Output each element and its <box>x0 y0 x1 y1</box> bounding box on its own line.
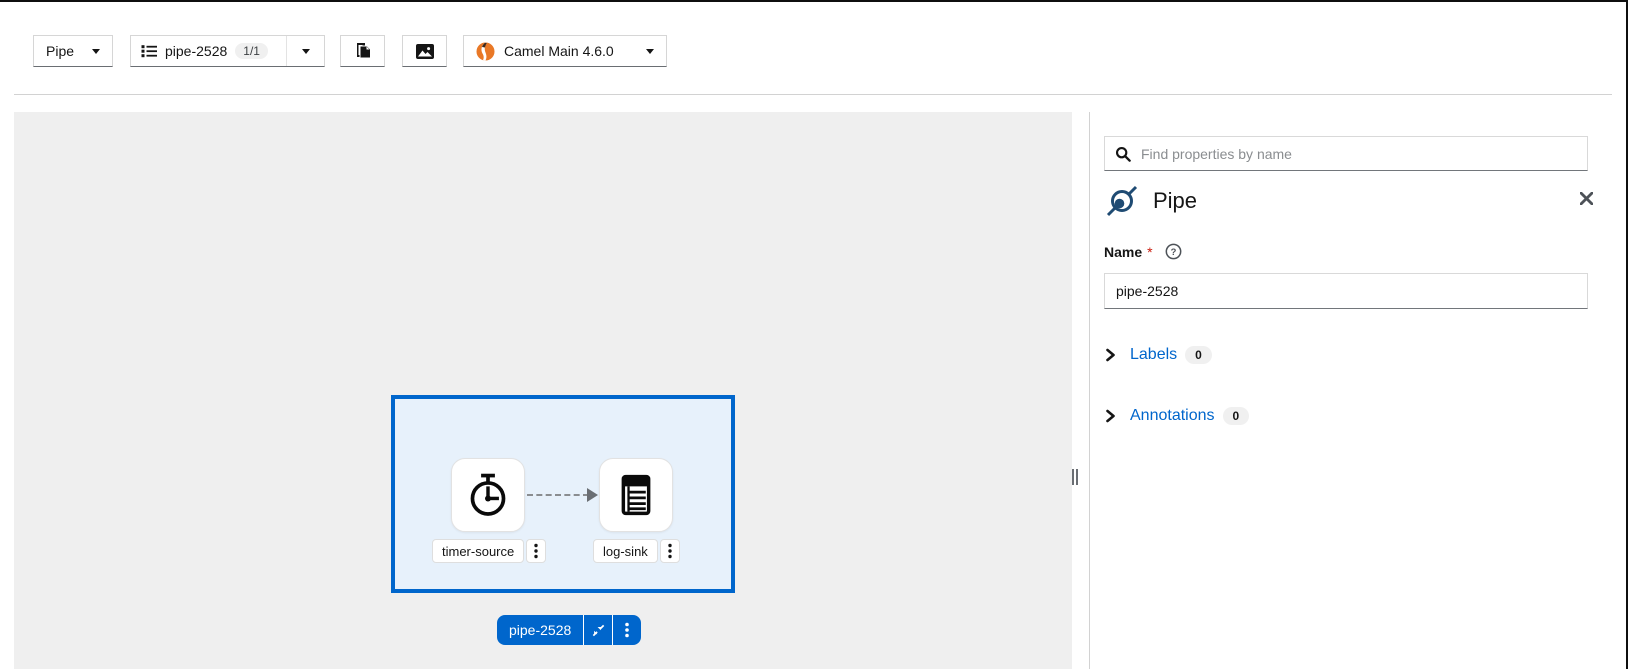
chevron-right-icon <box>1104 348 1117 362</box>
search-icon <box>1115 146 1131 162</box>
flows-dropdown-toggle[interactable] <box>286 36 324 66</box>
flows-list-select[interactable]: pipe-2528 1/1 <box>130 35 325 67</box>
name-help-button[interactable]: ? <box>1165 243 1182 260</box>
section-annotations-toggle[interactable]: Annotations 0 <box>1104 407 1249 425</box>
panel-title: Pipe <box>1153 188 1197 214</box>
chevron-down-icon <box>646 49 654 54</box>
chevron-right-icon <box>1104 409 1117 423</box>
node-kebab-menu-button[interactable] <box>526 539 546 563</box>
node-log-sink[interactable] <box>599 458 673 532</box>
search-input[interactable] <box>1141 146 1577 162</box>
section-labels-toggle[interactable]: Labels 0 <box>1104 346 1212 364</box>
copy-icon <box>353 42 372 61</box>
node-kebab-menu-button[interactable] <box>660 539 680 563</box>
group-kebab-menu-button[interactable] <box>612 615 641 645</box>
pipe-icon <box>1104 183 1140 219</box>
camel-logo-icon <box>476 42 495 61</box>
properties-search[interactable] <box>1104 136 1588 171</box>
chevron-down-icon <box>302 49 310 54</box>
kebab-icon <box>534 543 538 559</box>
journal-icon <box>613 472 659 518</box>
pipe-group-badge[interactable]: pipe-2528 <box>497 615 641 645</box>
panel-divider <box>1089 112 1090 669</box>
kebab-icon <box>625 622 629 638</box>
panel-title-row: Pipe <box>1104 183 1197 219</box>
panel-resize-handle[interactable] <box>1072 469 1078 485</box>
runtime-select[interactable]: Camel Main 4.6.0 <box>463 35 667 67</box>
stopwatch-icon <box>465 472 511 518</box>
node-label-text: timer-source <box>432 539 524 563</box>
runtime-select-label: Camel Main 4.6.0 <box>504 43 614 59</box>
close-icon <box>1580 192 1593 205</box>
node-label-log-sink: log-sink <box>593 539 680 563</box>
name-field-label: Name <box>1104 244 1142 260</box>
export-image-button[interactable] <box>402 35 447 67</box>
annotations-count-badge: 0 <box>1223 407 1250 425</box>
labels-count-badge: 0 <box>1185 346 1212 364</box>
name-input[interactable] <box>1104 273 1588 309</box>
question-circle-icon: ? <box>1165 243 1182 260</box>
node-label-text: log-sink <box>593 539 658 563</box>
flows-list-toggle[interactable]: pipe-2528 1/1 <box>131 36 286 66</box>
toolbar-divider <box>14 94 1612 95</box>
list-icon <box>141 43 157 59</box>
chevron-down-icon <box>92 49 100 54</box>
dsl-select[interactable]: Pipe <box>33 35 113 67</box>
edge-arrowhead-icon <box>587 488 598 502</box>
collapse-group-button[interactable] <box>583 615 612 645</box>
flows-count-badge: 1/1 <box>235 43 268 59</box>
required-indicator: * <box>1147 244 1152 260</box>
close-panel-button[interactable] <box>1578 190 1594 206</box>
name-field-label-row: Name * ? <box>1104 243 1182 260</box>
flows-select-label: pipe-2528 <box>165 43 227 59</box>
section-labels-link[interactable]: Labels <box>1130 346 1177 364</box>
export-source-button[interactable] <box>340 35 385 67</box>
svg-text:?: ? <box>1170 247 1176 258</box>
group-badge-label: pipe-2528 <box>497 615 583 645</box>
edge-connector <box>527 494 589 496</box>
node-timer-source[interactable] <box>451 458 525 532</box>
collapse-arrows-icon <box>591 623 606 638</box>
section-annotations-link[interactable]: Annotations <box>1130 407 1215 425</box>
app-window: Pipe pipe-2528 1/1 <box>0 0 1628 669</box>
node-label-timer-source: timer-source <box>432 539 546 563</box>
canvas[interactable]: timer-source log-sink pipe-2528 <box>14 112 1072 669</box>
image-icon <box>415 43 435 60</box>
kebab-icon <box>668 543 672 559</box>
dsl-select-label: Pipe <box>46 43 74 59</box>
